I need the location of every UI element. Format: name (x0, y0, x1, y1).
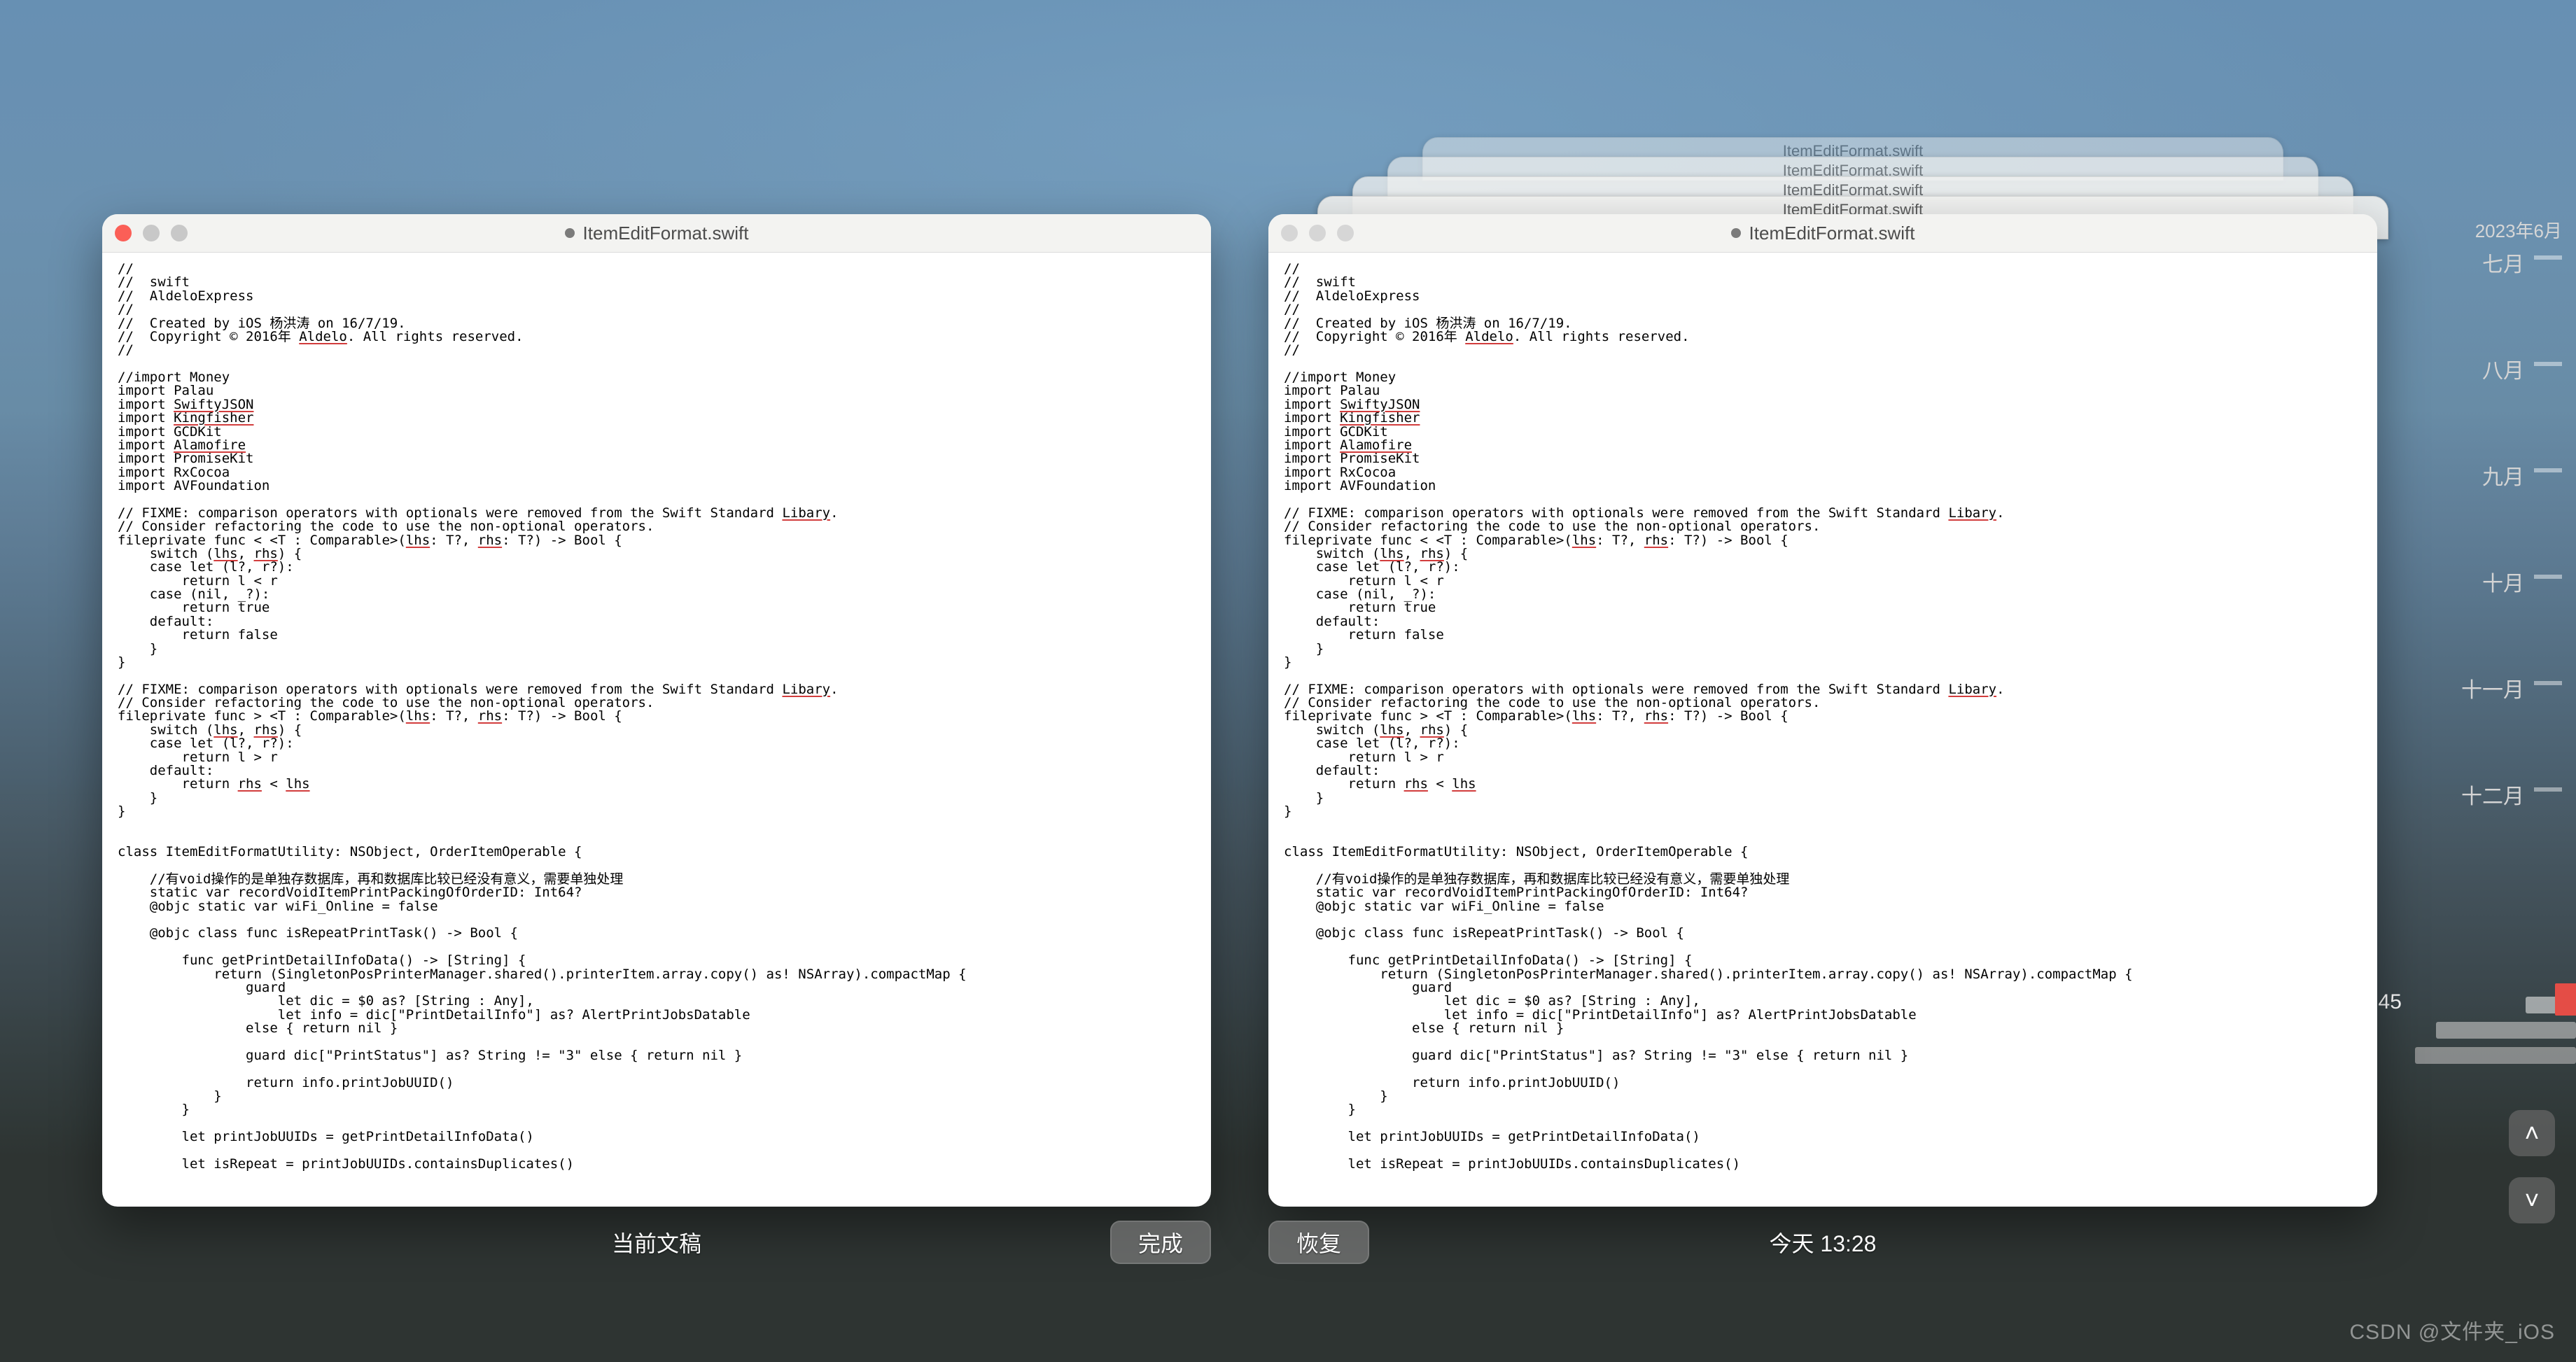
timeline-tick-icon (2534, 468, 2562, 472)
timeline-up-button[interactable]: ˄ (2509, 1110, 2555, 1156)
timeline-month-row[interactable]: 八月 (2415, 353, 2562, 460)
window-title: ItemEditFormat.swift (583, 223, 749, 244)
close-icon[interactable] (115, 225, 132, 241)
left-controls: 当前文稿 完成 (102, 1226, 1211, 1258)
timeline-tick-icon (2534, 255, 2562, 260)
stacked-version-windows: ItemEditFormat.swiftItemEditFormat.swift… (1317, 137, 2388, 200)
timeline-tick-icon (2534, 362, 2562, 366)
timeline-month-label: 七月 (2482, 247, 2524, 278)
timeline-month-row[interactable]: 十一月 (2415, 673, 2562, 779)
modified-indicator-icon (565, 228, 575, 238)
timeline-month-label: 十二月 (2461, 779, 2524, 810)
zoom-icon[interactable] (171, 225, 188, 241)
timeline-month-row[interactable]: 七月 (2415, 247, 2562, 353)
timeline-tick-icon (2534, 681, 2562, 685)
code-editor-left[interactable]: // // swift // AldeloExpress // // Creat… (102, 253, 1211, 1207)
zoom-icon[interactable] (1337, 225, 1354, 241)
modified-indicator-icon (1731, 228, 1741, 238)
timeline-year: 2023年6月 (2415, 217, 2562, 243)
timeline-nav: ˄ ˅ (2509, 1110, 2555, 1223)
right-document-window: ItemEditFormat.swift // // swift // Alde… (1268, 214, 2377, 1207)
timeline-month-label: 八月 (2482, 353, 2524, 384)
timeline-bar[interactable] (2436, 1022, 2576, 1039)
right-caption: 今天 13:28 (1770, 1226, 1877, 1258)
code-editor-right[interactable]: // // swift // AldeloExpress // // Creat… (1268, 253, 2377, 1207)
window-titlebar[interactable]: ItemEditFormat.swift (102, 214, 1211, 253)
window-titlebar[interactable]: ItemEditFormat.swift (1268, 214, 2377, 253)
traffic-lights (115, 225, 188, 241)
timeline-tick-icon (2534, 575, 2562, 579)
traffic-lights (1281, 225, 1354, 241)
window-title: ItemEditFormat.swift (1749, 223, 1915, 244)
left-version-column: ItemEditFormat.swift // // swift // Alde… (91, 214, 1222, 1327)
window-title-wrap: ItemEditFormat.swift (1731, 223, 1915, 244)
minimize-icon[interactable] (1309, 225, 1326, 241)
version-timeline-sidebar: 2023年6月 七月八月九月十月十一月十二月 ˄ ˅ (2415, 217, 2576, 1106)
right-version-column: ItemEditFormat.swiftItemEditFormat.swift… (1257, 214, 2388, 1327)
timeline-month-row[interactable]: 十月 (2415, 566, 2562, 673)
timeline-bar[interactable] (2415, 1047, 2576, 1064)
window-title-wrap: ItemEditFormat.swift (565, 223, 749, 244)
timeline-down-button[interactable]: ˅ (2509, 1177, 2555, 1223)
versions-compare-row: ItemEditFormat.swift // // swift // Alde… (91, 214, 2388, 1327)
timeline-month-label: 十月 (2482, 566, 2524, 597)
timeline-month-row[interactable]: 十二月 (2415, 779, 2562, 885)
left-document-window: ItemEditFormat.swift // // swift // Alde… (102, 214, 1211, 1207)
timeline-tick-icon (2534, 787, 2562, 792)
watermark: CSDN @文件夹_iOS (2350, 1314, 2556, 1345)
timeline-month-label: 九月 (2482, 460, 2524, 491)
restore-button[interactable]: 恢复 (1268, 1221, 1369, 1264)
left-caption: 当前文稿 (612, 1226, 701, 1258)
minimize-icon[interactable] (143, 225, 160, 241)
right-controls: 恢复 今天 13:28 (1268, 1226, 2377, 1258)
timeline-month-row[interactable]: 九月 (2415, 460, 2562, 566)
timeline-month-label: 十一月 (2461, 673, 2524, 703)
done-button[interactable]: 完成 (1110, 1221, 1211, 1264)
close-icon[interactable] (1281, 225, 1298, 241)
